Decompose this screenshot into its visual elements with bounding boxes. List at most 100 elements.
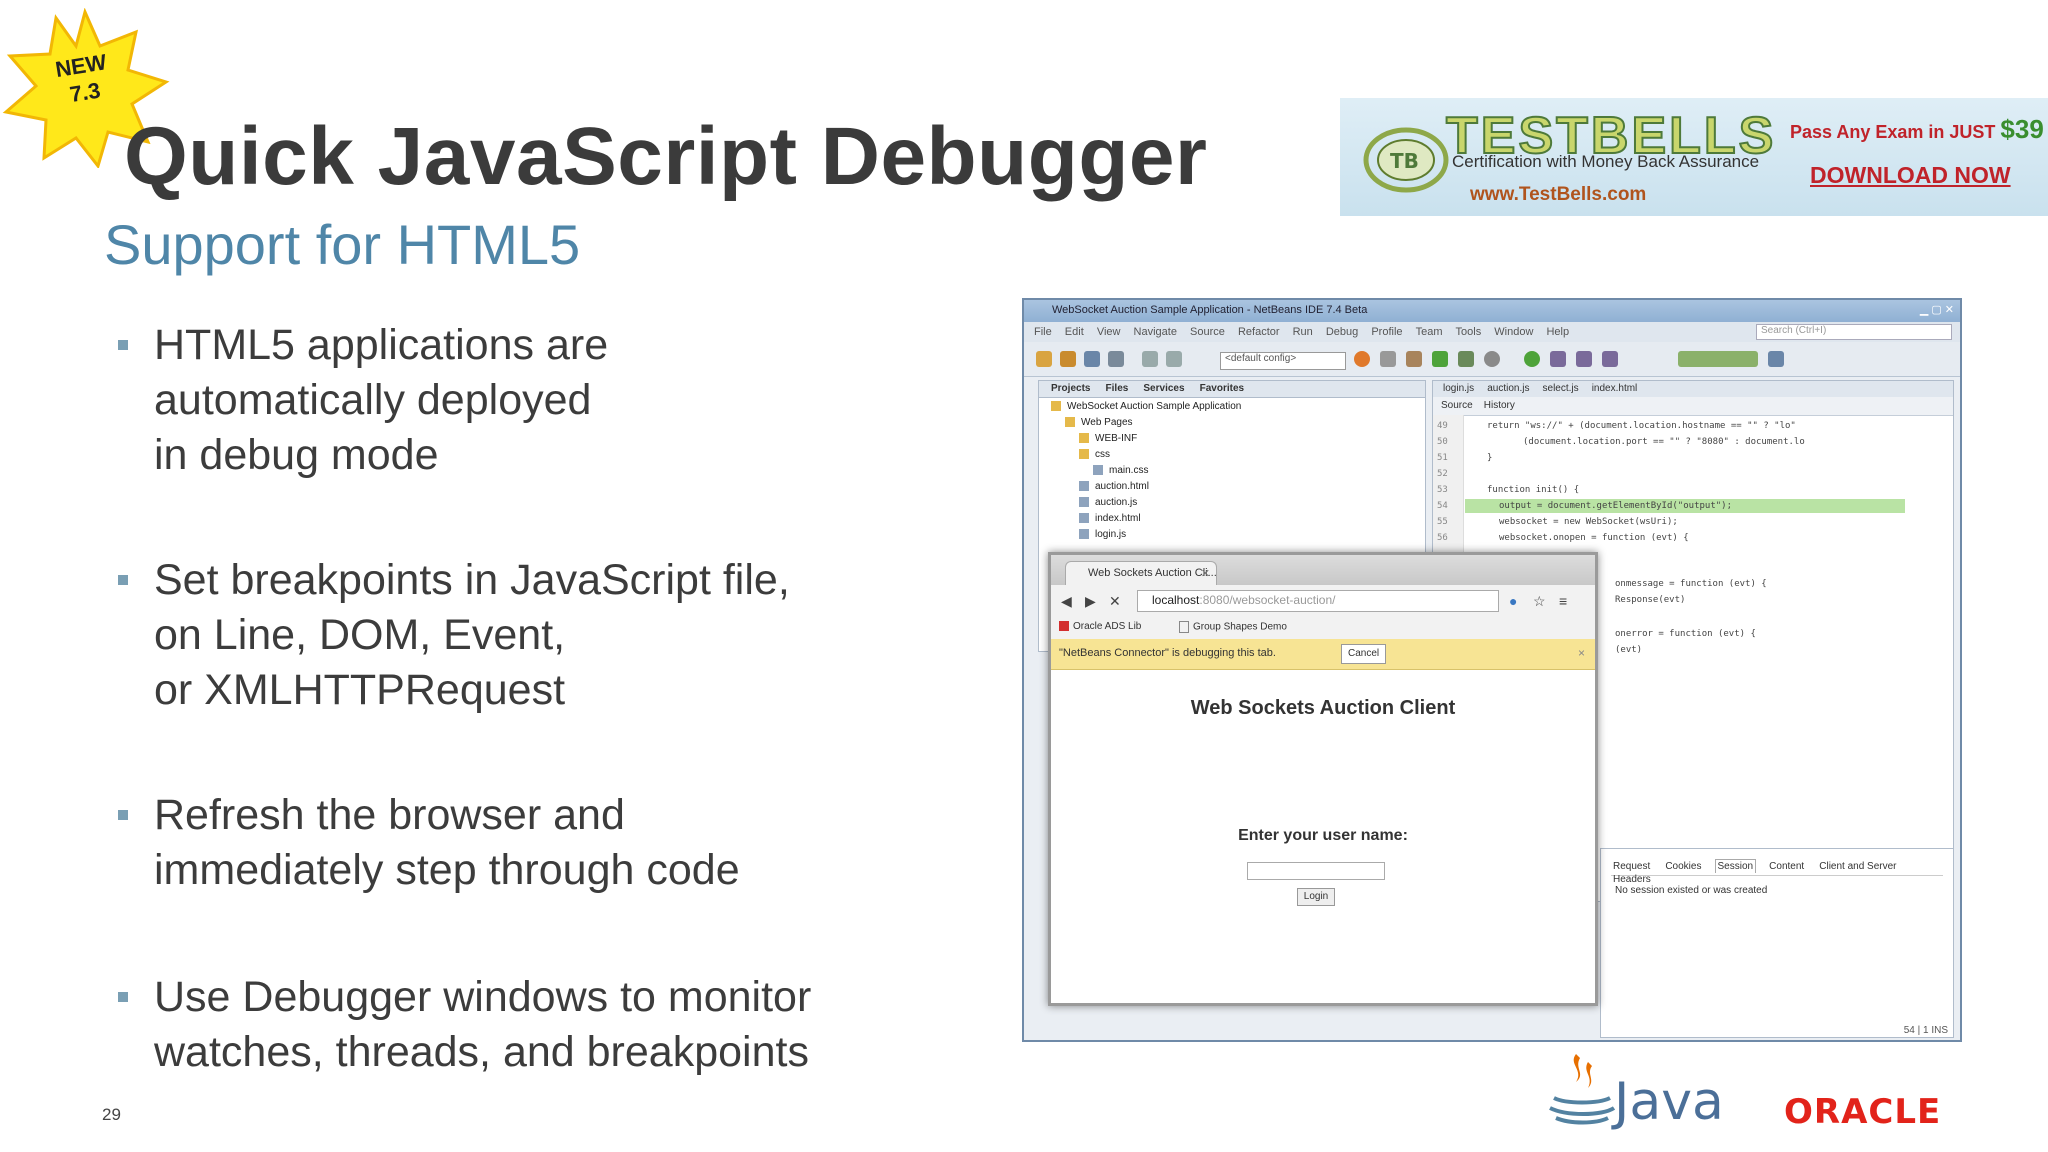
browser-icon[interactable]: [1354, 351, 1370, 367]
bullet-line: Use Debugger windows to monitor: [154, 973, 812, 1021]
editor-tab[interactable]: login.js: [1443, 383, 1474, 394]
star-icon[interactable]: ☆: [1533, 593, 1546, 610]
page-icon: [1179, 621, 1189, 633]
code-line: onmessage = function (evt) {: [1615, 579, 1767, 589]
bullet-line: Set breakpoints in JavaScript file,: [154, 556, 790, 604]
run-icon[interactable]: [1432, 351, 1448, 367]
cancel-button[interactable]: Cancel: [1341, 644, 1387, 664]
bullet-text: Set breakpoints in JavaScript file, on L…: [154, 553, 790, 718]
line-number: 49: [1437, 421, 1448, 431]
tab-history[interactable]: History: [1484, 400, 1515, 411]
address-host: localhost: [1152, 593, 1200, 607]
close-icon[interactable]: ×: [1578, 646, 1585, 660]
menu-item[interactable]: Navigate: [1134, 326, 1177, 338]
bullet-line: Refresh the browser and: [154, 791, 625, 839]
ad-url-link[interactable]: www.TestBells.com: [1470, 184, 1646, 206]
editor-tab[interactable]: select.js: [1543, 383, 1579, 394]
tree-item[interactable]: WebSocket Auction Sample Application: [1051, 401, 1241, 412]
folder-icon: [1065, 417, 1075, 428]
redo-icon[interactable]: [1166, 351, 1182, 367]
tab-client-and-server[interactable]: Client and Server: [1817, 860, 1898, 873]
tree-item-label: WebSocket Auction Sample Application: [1067, 401, 1242, 412]
testbells-logo-icon: TB: [1363, 127, 1449, 193]
tab-session[interactable]: Session: [1714, 859, 1757, 873]
browser-window: Web Sockets Auction Cli... ✕ ◀ ▶ ✕ local…: [1048, 552, 1598, 1006]
line-number: 55: [1437, 517, 1448, 527]
bookmarks-bar: Oracle ADS Lib Group Shapes Demo: [1051, 617, 1595, 640]
editor-tab[interactable]: index.html: [1592, 383, 1638, 394]
bookmark-item[interactable]: Group Shapes Demo: [1179, 621, 1287, 633]
stop-icon[interactable]: ✕: [1109, 593, 1121, 610]
address-bar[interactable]: localhost:8080/websocket-auction/: [1137, 590, 1499, 612]
tree-item[interactable]: auction.js: [1079, 497, 1137, 508]
undo-icon[interactable]: [1142, 351, 1158, 367]
close-icon[interactable]: ✕: [1201, 567, 1210, 580]
tree-item[interactable]: login.js: [1079, 529, 1126, 540]
code-line: }: [1487, 453, 1493, 463]
step-into-icon[interactable]: [1576, 351, 1592, 367]
file-icon: [1093, 465, 1103, 476]
profile-icon[interactable]: [1484, 351, 1500, 367]
step-icon[interactable]: [1550, 351, 1566, 367]
tree-item[interactable]: main.css: [1093, 465, 1148, 476]
editor-subtabbar: Source History: [1433, 397, 1953, 416]
open-icon[interactable]: [1084, 351, 1100, 367]
step-out-icon[interactable]: [1602, 351, 1618, 367]
tree-item[interactable]: css: [1079, 449, 1110, 460]
browser-tab[interactable]: Web Sockets Auction Cli... ✕: [1065, 561, 1217, 586]
forward-icon[interactable]: ▶: [1085, 593, 1096, 610]
tree-item[interactable]: index.html: [1079, 513, 1141, 524]
extension-icon[interactable]: ●: [1509, 593, 1517, 609]
line-number: 54: [1437, 501, 1448, 511]
menu-icon[interactable]: ≡: [1559, 593, 1567, 609]
config-select[interactable]: <default config>: [1220, 352, 1346, 370]
menu-item[interactable]: Debug: [1326, 326, 1358, 338]
menu-item[interactable]: Help: [1546, 326, 1569, 338]
ide-search-input[interactable]: Search (Ctrl+I): [1756, 324, 1952, 340]
new-project-icon[interactable]: [1036, 351, 1052, 367]
new-file-icon[interactable]: [1060, 351, 1076, 367]
tree-item[interactable]: auction.html: [1079, 481, 1149, 492]
tree-item[interactable]: Web Pages: [1065, 417, 1133, 428]
oracle-bookmark-icon: [1059, 621, 1069, 632]
tab-request[interactable]: Request: [1611, 860, 1652, 873]
menu-item[interactable]: Window: [1494, 326, 1533, 338]
browser-tabbar: Web Sockets Auction Cli... ✕: [1051, 555, 1595, 586]
menu-item[interactable]: Team: [1416, 326, 1443, 338]
menu-item[interactable]: Source: [1190, 326, 1225, 338]
back-icon[interactable]: ◀: [1061, 593, 1072, 610]
build-icon[interactable]: [1406, 351, 1422, 367]
tree-item[interactable]: WEB-INF: [1079, 433, 1137, 444]
bullet-text: Refresh the browser and immediately step…: [154, 788, 740, 898]
editor-tab[interactable]: auction.js: [1487, 383, 1529, 394]
menu-item[interactable]: File: [1034, 326, 1052, 338]
bookmark-item[interactable]: Oracle ADS Lib: [1059, 621, 1141, 632]
menu-item[interactable]: Edit: [1065, 326, 1084, 338]
username-input[interactable]: [1247, 862, 1385, 880]
gc-icon[interactable]: [1768, 351, 1784, 367]
testbells-ad-banner[interactable]: TB TESTBELLS Certification with Money Ba…: [1340, 98, 2048, 216]
menu-item[interactable]: Tools: [1456, 326, 1482, 338]
continue-icon[interactable]: [1524, 351, 1540, 367]
login-button[interactable]: Login: [1297, 888, 1335, 906]
menu-item[interactable]: Profile: [1371, 326, 1402, 338]
bookmark-label: Oracle ADS Lib: [1073, 621, 1142, 632]
ad-download-link[interactable]: DOWNLOAD NOW: [1810, 162, 2011, 189]
ad-offer-text: Pass Any Exam in JUST: [1790, 122, 2001, 142]
tab-cookies[interactable]: Cookies: [1663, 860, 1703, 873]
tab-files[interactable]: Files: [1106, 383, 1129, 394]
tab-content[interactable]: Content: [1767, 860, 1806, 873]
save-icon[interactable]: [1108, 351, 1124, 367]
menu-item[interactable]: View: [1097, 326, 1121, 338]
menu-item[interactable]: Refactor: [1238, 326, 1280, 338]
tab-favorites[interactable]: Favorites: [1200, 383, 1244, 394]
tab-services[interactable]: Services: [1143, 383, 1184, 394]
debug-icon[interactable]: [1458, 351, 1474, 367]
window-controls-icon[interactable]: ▁ ▢ ✕: [1920, 303, 1954, 316]
line-number: 53: [1437, 485, 1448, 495]
square-bullet-icon: [118, 810, 128, 820]
clean-build-icon[interactable]: [1380, 351, 1396, 367]
tab-projects[interactable]: Projects: [1051, 383, 1090, 394]
menu-item[interactable]: Run: [1293, 326, 1313, 338]
tab-source[interactable]: Source: [1441, 400, 1473, 411]
